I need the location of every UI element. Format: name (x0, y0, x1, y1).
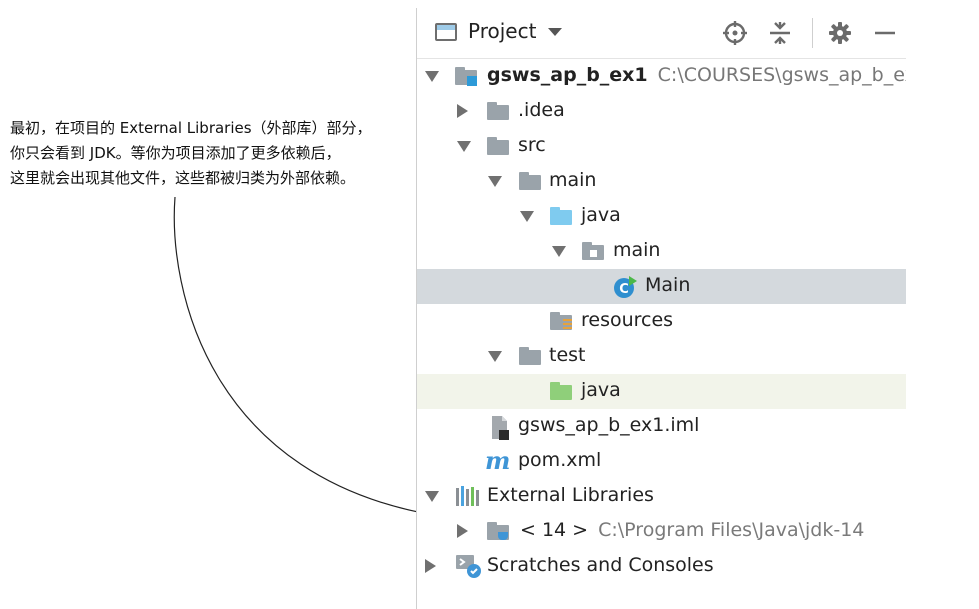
tree-label-idea: .idea (518, 99, 565, 121)
collapsed-arrow-icon[interactable] (457, 524, 468, 538)
locate-icon[interactable] (722, 20, 748, 46)
expanded-arrow-icon[interactable] (425, 491, 439, 502)
minimize-icon[interactable] (872, 20, 898, 46)
maven-icon: m (485, 446, 511, 475)
dropdown-arrow-icon[interactable] (548, 28, 562, 36)
annotation-line-2: 你只会看到 JDK。等你为项目添加了更多依赖后， (10, 144, 341, 162)
tree-label-test: test (549, 344, 586, 366)
tree-row-external-libraries[interactable]: External Libraries (417, 479, 906, 514)
project-toolbar: Project (417, 8, 906, 59)
project-name: gsws_ap_b_ex1 (487, 64, 648, 86)
tree-row-package-main[interactable]: main (417, 234, 906, 269)
collapsed-arrow-icon[interactable] (425, 559, 436, 573)
tree-row-java[interactable]: java (417, 199, 906, 234)
expanded-arrow-icon[interactable] (488, 351, 502, 362)
java-class-icon: C (614, 276, 637, 298)
screenshot-stage: 最初，在项目的 External Libraries（外部库）部分， 你只会看到… (0, 0, 979, 609)
tree-row-idea[interactable]: .idea (417, 94, 906, 129)
jdk-label: < 14 > (520, 519, 589, 541)
project-path: C:\COURSES\gsws_ap_b_ex1 (657, 64, 906, 86)
tree-row-test-java[interactable]: java (417, 374, 906, 409)
tree-row-pom[interactable]: m pom.xml (417, 444, 906, 479)
expanded-arrow-icon[interactable] (488, 176, 502, 187)
tree-label-resources: resources (581, 309, 674, 331)
tree-row-src[interactable]: src (417, 129, 906, 164)
tree-row-scratches[interactable]: Scratches and Consoles (417, 549, 906, 584)
tree-label-iml: gsws_ap_b_ex1.iml (518, 414, 700, 436)
annotation-line-1: 最初，在项目的 External Libraries（外部库）部分， (10, 119, 372, 137)
folder-icon (519, 172, 541, 192)
tree-row-resources[interactable]: resources (417, 304, 906, 339)
library-icon (456, 486, 479, 506)
toolbar-separator (812, 18, 813, 48)
project-view-icon (435, 23, 457, 41)
expanded-arrow-icon[interactable] (457, 141, 471, 152)
folder-icon (487, 102, 509, 122)
module-folder-icon (455, 67, 477, 87)
module-file-icon (492, 416, 509, 440)
tree-row-test[interactable]: test (417, 339, 906, 374)
collapse-all-icon[interactable] (767, 20, 793, 46)
jdk-folder-icon (487, 522, 509, 542)
tree-label-package-main: main (613, 239, 661, 261)
resources-folder-icon (550, 312, 572, 332)
tree-row-jdk[interactable]: < 14 > C:\Program Files\Java\jdk-14 (417, 514, 906, 549)
folder-icon (519, 347, 541, 367)
tree-label-test-java: java (581, 379, 621, 401)
expanded-arrow-icon[interactable] (425, 71, 439, 82)
tree-row-main[interactable]: main (417, 164, 906, 199)
annotation-line-3: 这里就会出现其他文件，这些都被归类为外部依赖。 (10, 169, 356, 187)
expanded-arrow-icon[interactable] (520, 211, 534, 222)
tree-label-java: java (581, 204, 621, 226)
expanded-arrow-icon[interactable] (552, 246, 566, 257)
package-icon (582, 242, 604, 262)
jdk-path: C:\Program Files\Java\jdk-14 (598, 519, 865, 541)
tree-label-main-class: Main (645, 274, 691, 296)
project-tree: gsws_ap_b_ex1 C:\COURSES\gsws_ap_b_ex1 .i… (417, 59, 906, 584)
tree-label-scratches: Scratches and Consoles (487, 554, 714, 576)
svg-text:C: C (619, 282, 629, 297)
source-folder-icon (550, 207, 572, 227)
tree-label-pom: pom.xml (518, 449, 602, 471)
gear-icon[interactable] (827, 20, 853, 46)
tree-row-iml[interactable]: gsws_ap_b_ex1.iml (417, 409, 906, 444)
project-tool-window: Project gsws_ap_b_ex1 C:\COURSES\gsws_ap… (416, 8, 906, 609)
tree-row-project-root[interactable]: gsws_ap_b_ex1 C:\COURSES\gsws_ap_b_ex1 (417, 59, 906, 94)
tree-row-main-class[interactable]: C Main (417, 269, 906, 304)
project-view-label[interactable]: Project (468, 19, 536, 43)
tree-label-external-libraries: External Libraries (487, 484, 654, 506)
test-source-folder-icon (550, 382, 572, 402)
collapsed-arrow-icon[interactable] (457, 104, 468, 118)
tree-label-main: main (549, 169, 597, 191)
folder-icon (487, 137, 509, 157)
callout-annotation: 最初，在项目的 External Libraries（外部库）部分， 你只会看到… (10, 116, 450, 191)
tree-label-src: src (518, 134, 546, 156)
scratches-icon (456, 555, 481, 578)
